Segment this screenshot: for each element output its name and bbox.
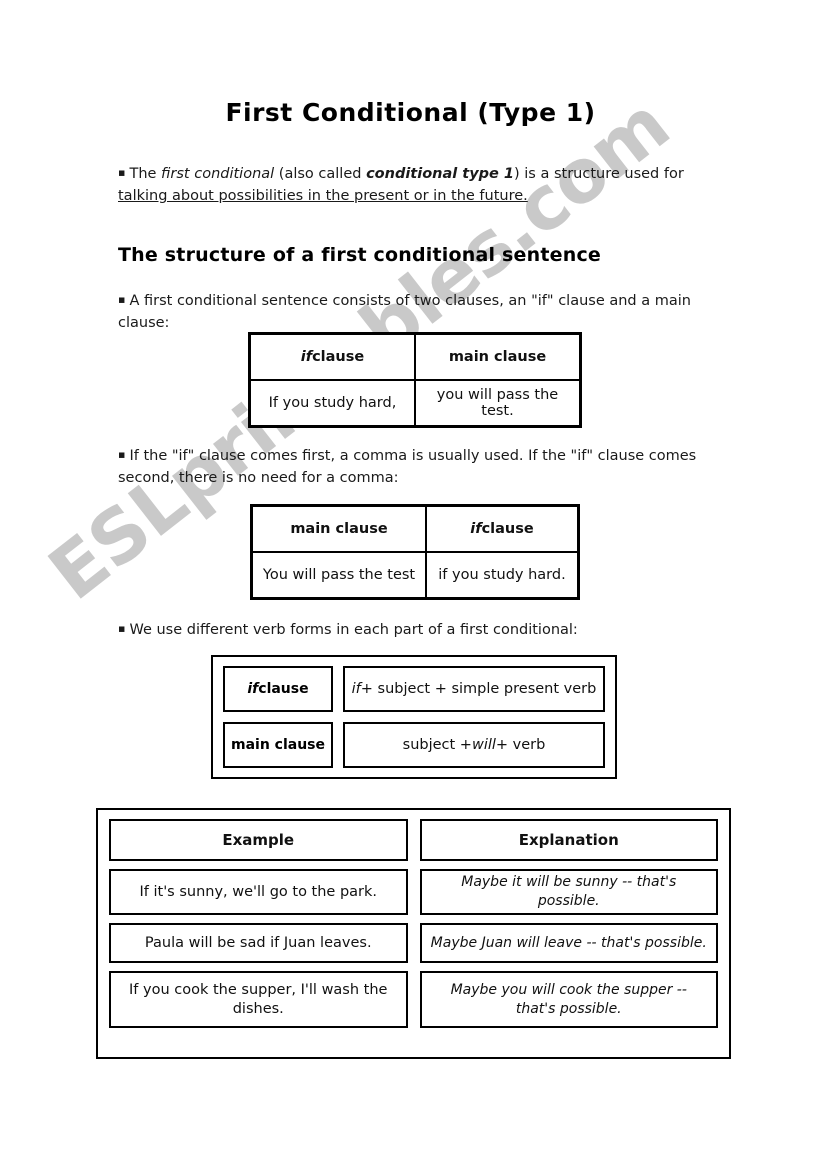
intro-text-b: (also called (274, 166, 367, 182)
intro-text-underlined: talking about possibilities in the prese… (118, 188, 528, 204)
examples-row: If you cook the supper, I'll wash the di… (109, 971, 718, 1028)
section-heading-structure: The structure of a first conditional sen… (118, 244, 601, 266)
bullet-square-icon: ▪ (118, 622, 126, 635)
bullet-square-icon: ▪ (118, 293, 126, 306)
verb-forms-value-if-clause: if + subject + simple present verb (343, 666, 605, 712)
paragraph-comma-rule: ▪ If the "if" clause comes first, a comma… (118, 444, 710, 489)
worksheet-content: First Conditional (Type 1) ▪ The first co… (0, 0, 821, 1169)
paragraph-two-clauses: ▪ A first conditional sentence consists o… (118, 289, 708, 334)
verb-forms-row-if: if clause if + subject + simple present … (223, 666, 605, 712)
verb-forms-label-main-clause: main clause (223, 722, 333, 768)
example-cell: Paula will be sad if Juan leaves. (109, 923, 408, 963)
table-main-clause-if-clause: main clause if clause You will pass the … (250, 504, 580, 600)
intro-paragraph: ▪ The first conditional (also called cond… (118, 162, 713, 207)
table2-cell-if-example: if you study hard. (426, 552, 578, 598)
table1-header-main-clause: main clause (415, 334, 580, 380)
examples-explanations-table: Example Explanation If it's sunny, we'll… (96, 808, 731, 1059)
paragraph-three-text: We use different verb forms in each part… (129, 622, 578, 638)
example-cell: If it's sunny, we'll go to the park. (109, 869, 408, 915)
verb-forms-table: if clause if + subject + simple present … (211, 655, 617, 779)
table1-cell-main-example: you will pass the test. (415, 380, 580, 426)
paragraph-two-text: If the "if" clause comes first, a comma … (118, 448, 697, 486)
verb-forms-value-main-clause: subject + will + verb (343, 722, 605, 768)
examples-header-row: Example Explanation (109, 819, 718, 861)
table1-cell-if-example: If you study hard, (250, 380, 415, 426)
explanation-cell: Maybe it will be sunny -- that's possibl… (419, 869, 718, 915)
table2-cell-main-example: You will pass the test (252, 552, 426, 598)
examples-header-example: Example (109, 819, 408, 861)
table2-header-main-clause: main clause (252, 506, 426, 552)
intro-text-a: The (129, 166, 162, 182)
explanation-cell: Maybe you will cook the supper -- that's… (419, 971, 718, 1028)
example-cell: If you cook the supper, I'll wash the di… (109, 971, 408, 1028)
intro-text-c: ) is a structure used for (514, 166, 684, 182)
explanation-cell: Maybe Juan will leave -- that's possible… (419, 923, 718, 963)
bullet-square-icon: ▪ (118, 166, 126, 179)
table1-header-if-clause: if clause (250, 334, 415, 380)
worksheet-page: ESLprintables.com First Conditional (Typ… (0, 0, 821, 1169)
verb-forms-row-main: main clause subject + will + verb (223, 722, 605, 768)
bullet-square-icon: ▪ (118, 448, 126, 461)
examples-row: If it's sunny, we'll go to the park. May… (109, 869, 718, 915)
intro-text-bolditalic: conditional type 1 (366, 166, 515, 182)
page-title: First Conditional (Type 1) (225, 98, 596, 127)
paragraph-verb-forms: ▪ We use different verb forms in each par… (118, 618, 708, 641)
intro-text-italic: first conditional (161, 166, 275, 182)
table-if-clause-main-clause: if clause main clause If you study hard,… (248, 332, 582, 428)
examples-row: Paula will be sad if Juan leaves. Maybe … (109, 923, 718, 963)
examples-header-explanation: Explanation (419, 819, 718, 861)
paragraph-one-text: A first conditional sentence consists of… (118, 293, 691, 331)
table2-header-if-clause: if clause (426, 506, 578, 552)
verb-forms-label-if-clause: if clause (223, 666, 333, 712)
